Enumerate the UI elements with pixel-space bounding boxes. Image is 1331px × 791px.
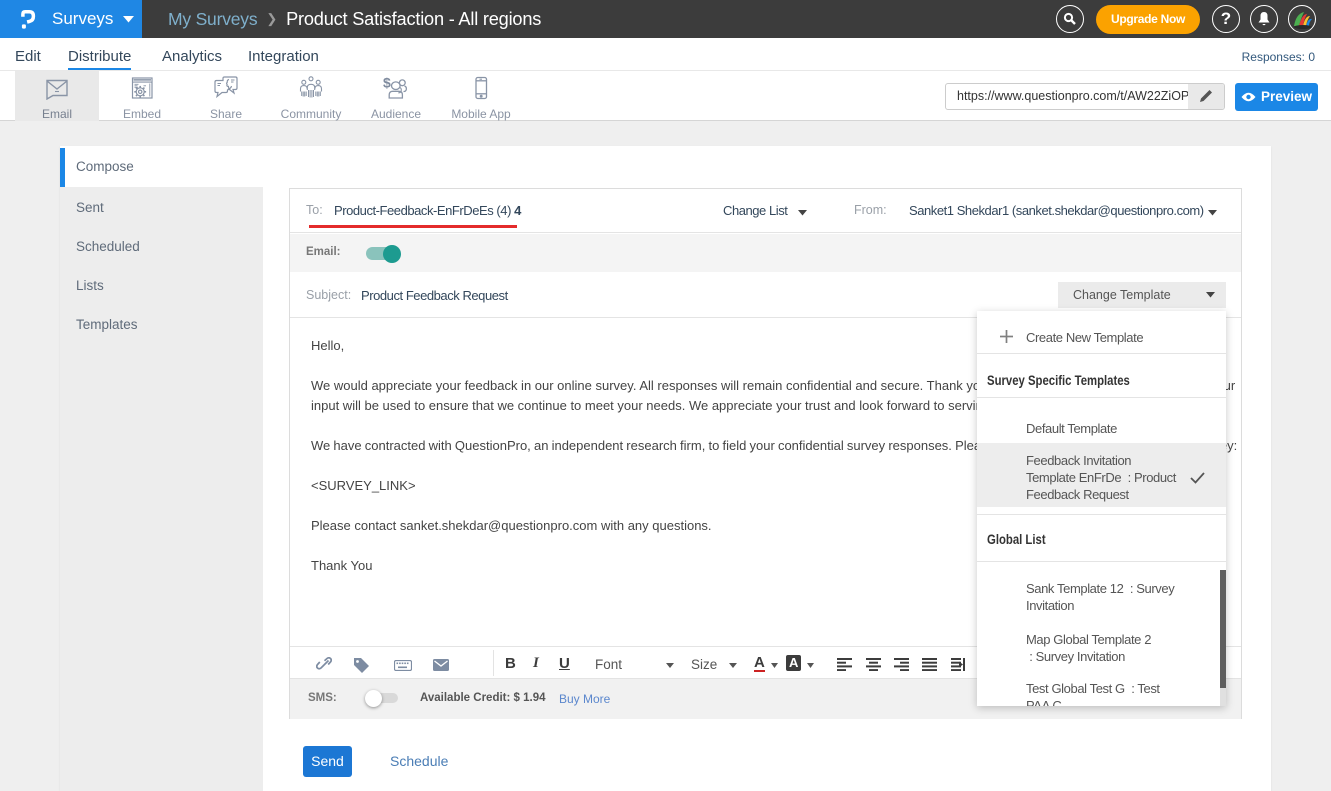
svg-text:$: $ <box>383 76 391 91</box>
